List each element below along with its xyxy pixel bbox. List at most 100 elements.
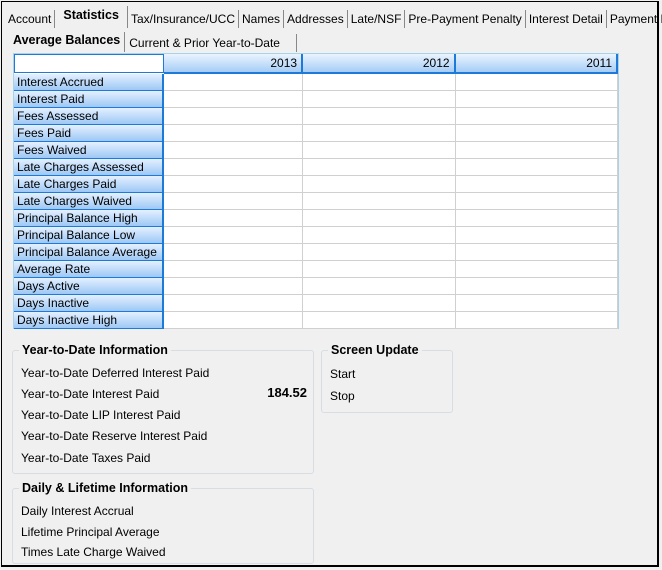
grid-cell[interactable]	[303, 278, 456, 295]
column-header-2013[interactable]: 2013	[163, 54, 304, 74]
table-row: Days Inactive High	[14, 312, 618, 329]
row-header[interactable]: Principal Balance High	[14, 210, 164, 227]
grid-cell[interactable]	[163, 125, 304, 142]
grid-cell[interactable]	[455, 176, 618, 193]
table-row: Late Charges Assessed	[14, 159, 618, 176]
tab-addresses[interactable]: Addresses	[284, 10, 348, 28]
ytd-interest-paid-value: 184.52	[267, 385, 307, 400]
grid-cell[interactable]	[163, 176, 304, 193]
grid-cell[interactable]	[163, 210, 304, 227]
screen-update-start-label: Start	[330, 367, 356, 381]
grid-cell[interactable]	[455, 193, 618, 210]
row-header[interactable]: Days Inactive	[14, 295, 164, 312]
table-row: Days Inactive	[14, 295, 618, 312]
row-header[interactable]: Fees Paid	[14, 125, 164, 142]
row-header[interactable]: Fees Waived	[14, 142, 164, 159]
row-header[interactable]: Late Charges Assessed	[14, 159, 164, 176]
tab-names[interactable]: Names	[239, 10, 285, 28]
grid-body: Interest Accrued Interest Paid Fees Assess…	[14, 74, 618, 329]
grid-cell[interactable]	[163, 261, 304, 278]
grid-cell[interactable]	[303, 193, 456, 210]
tab-statistics[interactable]: Statistics	[55, 6, 128, 28]
grid-cell[interactable]	[163, 295, 304, 312]
grid-cell[interactable]	[455, 108, 618, 125]
grid-cell[interactable]	[163, 227, 304, 244]
tab-interest-detail[interactable]: Interest Detail	[526, 10, 607, 28]
row-header[interactable]: Interest Paid	[14, 91, 164, 108]
table-row: Fees Paid	[14, 125, 618, 142]
screen-update-stop-label: Stop	[330, 389, 355, 403]
grid-cell[interactable]	[163, 278, 304, 295]
grid-cell[interactable]	[163, 91, 304, 108]
grid-cell[interactable]	[455, 125, 618, 142]
subtab-average-balances[interactable]: Average Balances	[10, 32, 126, 52]
grid-cell[interactable]	[303, 210, 456, 227]
grid-cell[interactable]	[303, 159, 456, 176]
grid-cell[interactable]	[303, 74, 456, 91]
grid-cell[interactable]	[455, 91, 618, 108]
grid-cell[interactable]	[455, 261, 618, 278]
table-row: Interest Accrued	[14, 74, 618, 91]
column-header-2011[interactable]: 2011	[455, 54, 619, 74]
average-balances-grid: 2013 2012 2011 Interest Accrued Interest …	[13, 53, 619, 329]
grid-cell[interactable]	[455, 74, 618, 91]
row-header[interactable]: Principal Balance Low	[14, 227, 164, 244]
statistics-window: Account Statistics Tax/Insurance/UCC Nam…	[1, 1, 662, 567]
grid-cell[interactable]	[303, 261, 456, 278]
table-row: Principal Balance High	[14, 210, 618, 227]
grid-cell[interactable]	[455, 210, 618, 227]
row-header[interactable]: Fees Assessed	[14, 108, 164, 125]
row-header[interactable]: Interest Accrued	[14, 74, 164, 91]
lifetime-principal-average-label: Lifetime Principal Average	[21, 525, 160, 539]
row-header[interactable]: Late Charges Waived	[14, 193, 164, 210]
grid-cell[interactable]	[303, 312, 456, 329]
row-header[interactable]: Average Rate	[14, 261, 164, 278]
times-late-charge-waived-label: Times Late Charge Waived	[21, 545, 166, 559]
grid-cell[interactable]	[303, 295, 456, 312]
grid-cell[interactable]	[455, 312, 618, 329]
ytd-reserve-interest-label: Year-to-Date Reserve Interest Paid	[21, 429, 208, 443]
grid-cell[interactable]	[163, 74, 304, 91]
tab-pre-payment-penalty[interactable]: Pre-Payment Penalty	[405, 10, 526, 28]
grid-cell[interactable]	[303, 91, 456, 108]
grid-cell[interactable]	[163, 142, 304, 159]
table-row: Fees Assessed	[14, 108, 618, 125]
grid-cell[interactable]	[455, 295, 618, 312]
grid-cell[interactable]	[455, 227, 618, 244]
grid-cell[interactable]	[163, 312, 304, 329]
grid-cell[interactable]	[163, 193, 304, 210]
grid-corner-cell[interactable]	[14, 54, 164, 73]
tab-payment-detail[interactable]: Payment Detail	[607, 10, 662, 28]
grid-cell[interactable]	[303, 244, 456, 261]
screen-update-title: Screen Update	[328, 343, 422, 357]
table-row: Principal Balance Low	[14, 227, 618, 244]
grid-cell[interactable]	[455, 159, 618, 176]
table-row: Interest Paid	[14, 91, 618, 108]
tab-account[interactable]: Account	[4, 10, 56, 28]
grid-cell[interactable]	[455, 278, 618, 295]
tab-tax-insurance-ucc[interactable]: Tax/Insurance/UCC	[128, 10, 239, 28]
grid-cell[interactable]	[455, 244, 618, 261]
ytd-information-group: Year-to-Date Information Year-to-Date De…	[12, 343, 314, 474]
grid-cell[interactable]	[163, 159, 304, 176]
row-header[interactable]: Principal Balance Average	[14, 244, 164, 261]
grid-cell[interactable]	[303, 108, 456, 125]
grid-cell[interactable]	[163, 244, 304, 261]
row-header[interactable]: Days Active	[14, 278, 164, 295]
subtab-current-prior-ytd[interactable]: Current & Prior Year-to-Date	[125, 34, 297, 52]
daily-lifetime-group: Daily & Lifetime Information Daily Inter…	[12, 481, 314, 564]
table-row: Late Charges Paid	[14, 176, 618, 193]
grid-cell[interactable]	[303, 125, 456, 142]
tab-late-nsf[interactable]: Late/NSF	[348, 10, 406, 28]
grid-cell[interactable]	[303, 176, 456, 193]
grid-cell[interactable]	[163, 108, 304, 125]
ytd-lip-interest-label: Year-to-Date LIP Interest Paid	[21, 408, 181, 422]
grid-cell[interactable]	[303, 142, 456, 159]
row-header[interactable]: Days Inactive High	[14, 312, 164, 329]
grid-header-row: 2013 2012 2011	[14, 54, 619, 74]
daily-interest-accrual-label: Daily Interest Accrual	[21, 504, 134, 518]
grid-cell[interactable]	[303, 227, 456, 244]
row-header[interactable]: Late Charges Paid	[14, 176, 164, 193]
column-header-2012[interactable]: 2012	[303, 54, 456, 74]
grid-cell[interactable]	[455, 142, 618, 159]
